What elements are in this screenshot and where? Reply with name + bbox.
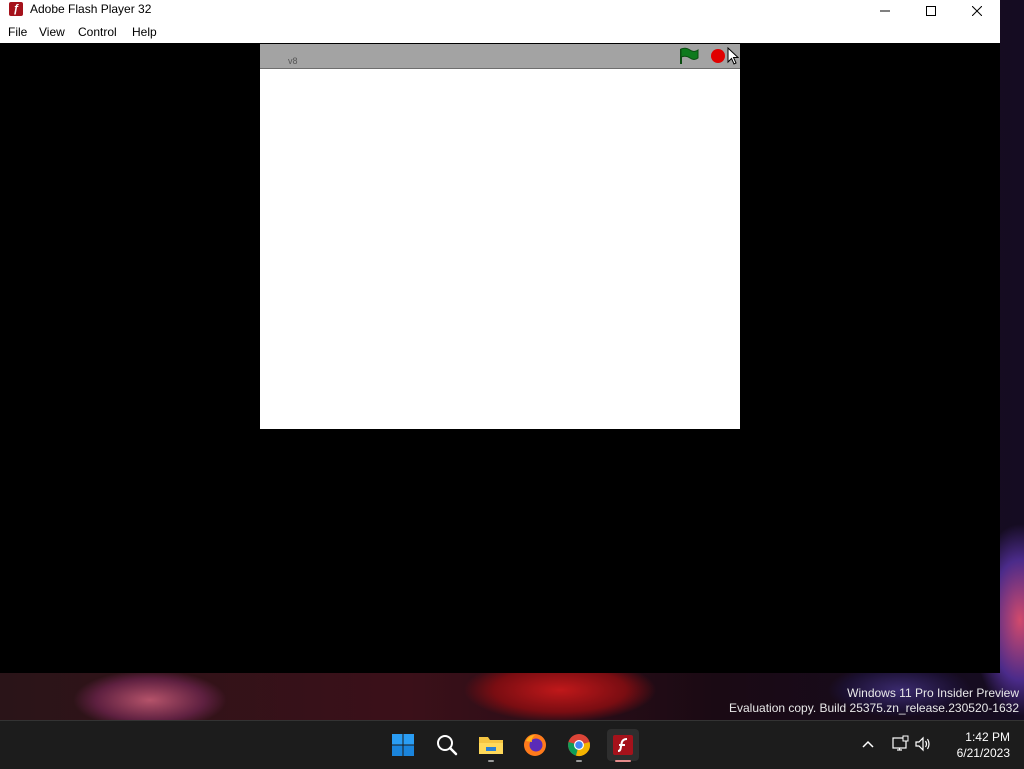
clock-date: 6/21/2023 (956, 746, 1010, 760)
watermark-line-1: Windows 11 Pro Insider Preview (847, 686, 1019, 700)
volume-icon[interactable] (914, 735, 932, 753)
chrome-running-indicator (576, 760, 582, 762)
flash-active-indicator (615, 760, 631, 762)
flash-stage[interactable]: v8 (260, 44, 740, 429)
flash-player-window: ƒ Adobe Flash Player 32 File View Contro… (0, 0, 1000, 673)
minimize-icon (880, 10, 890, 12)
menu-bar: File View Control Help (0, 22, 1000, 43)
chrome-icon (568, 734, 590, 756)
menu-view[interactable]: View (39, 25, 65, 39)
firefox-icon (524, 734, 546, 756)
search-button[interactable] (433, 731, 461, 759)
minimize-button[interactable] (862, 0, 908, 22)
explorer-running-indicator (488, 760, 494, 762)
file-explorer-icon (479, 737, 503, 754)
close-button[interactable] (954, 0, 1000, 22)
close-icon (972, 6, 982, 16)
network-icon[interactable] (891, 735, 909, 753)
stop-sign-icon[interactable] (711, 49, 725, 63)
maximize-button[interactable] (908, 0, 954, 22)
flash-app-icon: ƒ (9, 2, 23, 16)
chrome-button[interactable] (565, 731, 593, 759)
start-button[interactable] (389, 731, 417, 759)
version-label: v8 (288, 56, 298, 66)
watermark-line-2: Evaluation copy. Build 25375.zn_release.… (729, 701, 1019, 715)
file-explorer-button[interactable] (477, 731, 505, 759)
menu-control[interactable]: Control (78, 25, 117, 39)
flash-player-icon (613, 735, 633, 755)
taskbar: 1:42 PM 6/21/2023 (0, 720, 1024, 769)
menu-file[interactable]: File (8, 25, 27, 39)
windows-watermark: Windows 11 Pro Insider Preview Evaluatio… (729, 686, 1019, 716)
clock-time: 1:42 PM (965, 730, 1010, 744)
menu-help[interactable]: Help (132, 25, 157, 39)
green-flag-icon[interactable] (678, 47, 700, 65)
firefox-button[interactable] (521, 731, 549, 759)
chevron-up-icon[interactable] (860, 736, 876, 752)
taskbar-clock[interactable]: 1:42 PM 6/21/2023 (942, 729, 1010, 761)
start-icon (392, 734, 414, 756)
window-title: Adobe Flash Player 32 (30, 2, 152, 16)
flash-player-taskbar-button[interactable] (607, 729, 639, 761)
mouse-cursor-icon (727, 47, 739, 65)
maximize-icon (926, 6, 936, 16)
title-bar[interactable]: ƒ Adobe Flash Player 32 (0, 0, 1000, 22)
search-icon (437, 735, 458, 756)
stage-control-bar: v8 (260, 44, 740, 69)
